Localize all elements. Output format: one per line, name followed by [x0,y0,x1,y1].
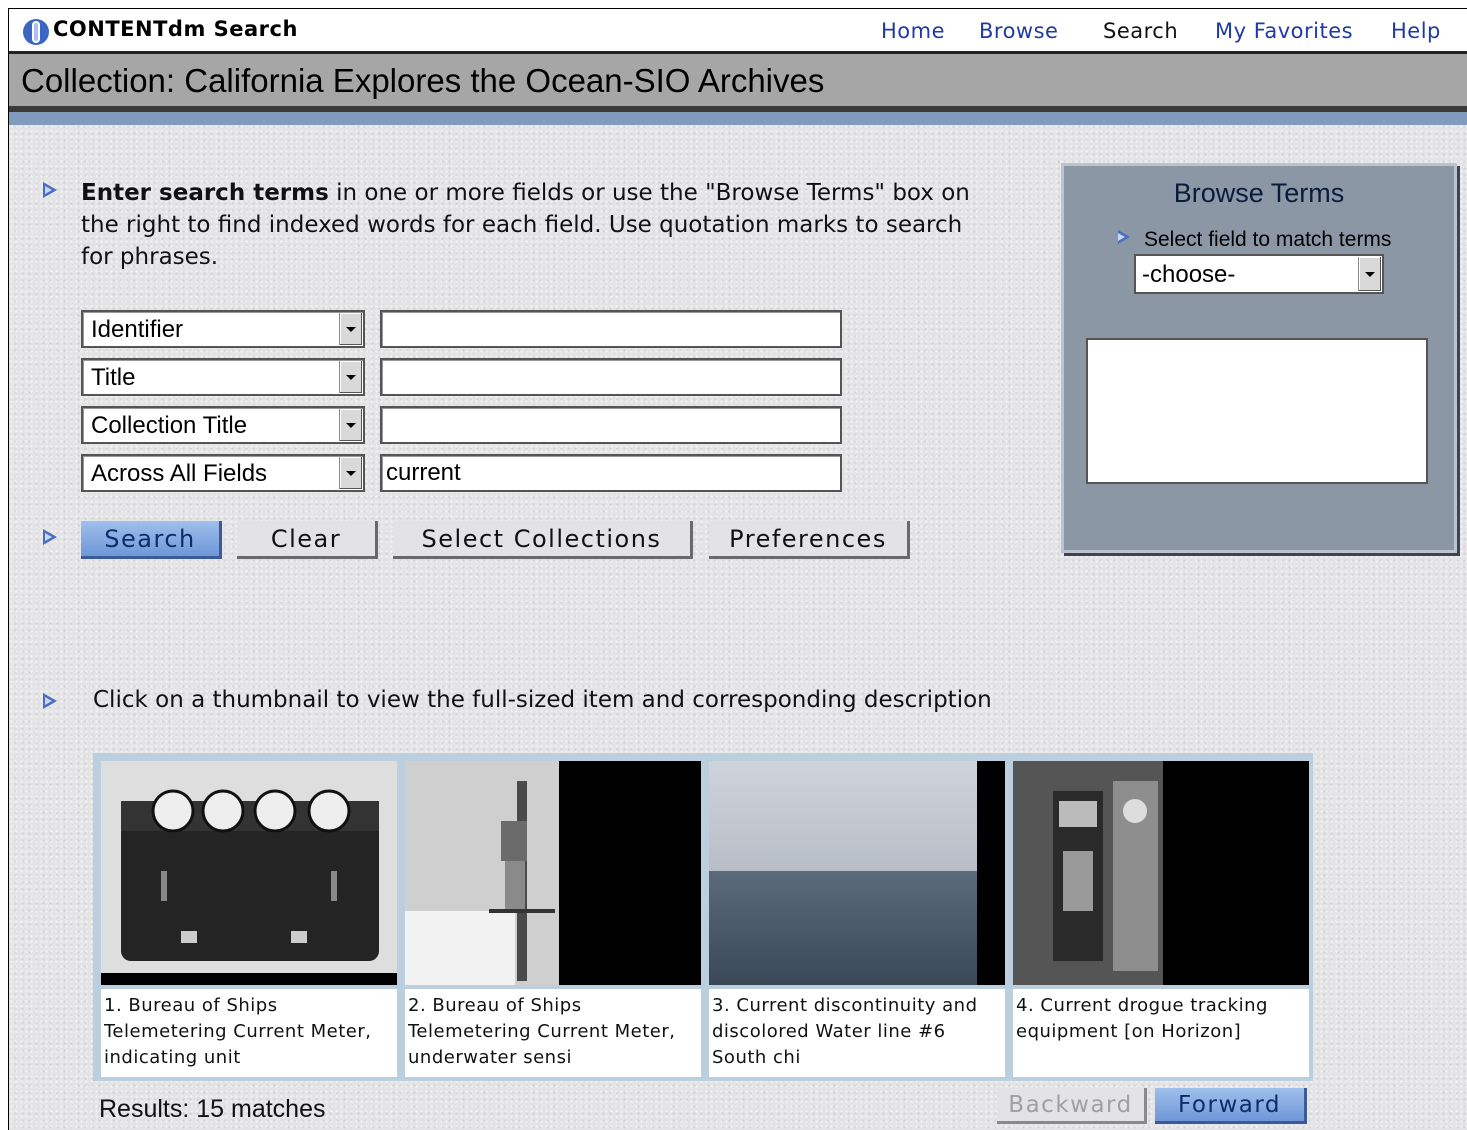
result-caption[interactable]: 2. Bureau of Ships Telemetering Current … [405,989,701,1077]
page: CONTENTdm Search Home Browse Search My F… [8,8,1467,1130]
nav-my-favorites[interactable]: My Favorites [1215,19,1353,43]
arrow-bullet-icon [43,529,57,545]
nav-help[interactable]: Help [1391,19,1441,43]
arrow-bullet-icon [1118,230,1130,244]
select-collections-button[interactable]: Select Collections [393,521,693,559]
chevron-down-icon[interactable] [339,361,362,393]
accent-band [9,112,1467,125]
field-select-4[interactable]: Across All Fields [81,454,365,492]
nav-home[interactable]: Home [881,19,945,43]
equipment-photo-icon [1013,761,1163,985]
browse-field-select[interactable]: -choose- [1134,254,1384,294]
arrow-bullet-icon [43,693,57,709]
results-count: Results: 15 matches [99,1095,326,1123]
browse-terms-panel: Browse Terms Select field to match terms… [1061,163,1457,553]
result-thumbnail[interactable] [101,761,397,985]
contentdm-logo-icon [23,19,49,45]
forward-button[interactable]: Forward [1155,1088,1307,1124]
field-select-2[interactable]: Title [81,358,365,396]
chevron-down-icon[interactable] [339,457,362,489]
app-title: CONTENTdm Search [53,17,298,41]
chevron-down-icon[interactable] [339,313,362,345]
results-grid: 1. Bureau of Ships Telemetering Current … [93,753,1313,1081]
instructions-bold: Enter search terms [81,180,329,206]
search-input-4[interactable]: current [380,454,842,492]
browse-terms-list[interactable] [1086,338,1428,484]
result-item: 1. Bureau of Ships Telemetering Current … [101,761,397,1077]
preferences-button[interactable]: Preferences [709,521,910,559]
collection-title: Collection: California Explores the Ocea… [21,62,825,99]
field-select-value: Across All Fields [91,460,268,487]
search-input-3[interactable] [380,406,842,444]
result-item: 4. Current drogue tracking equipment [on… [1013,761,1309,1077]
browse-field-select-value: -choose- [1142,261,1236,288]
collection-title-bar: Collection: California Explores the Ocea… [9,54,1467,106]
arrow-bullet-icon [43,182,57,198]
field-select-1[interactable]: Identifier [81,310,365,348]
chevron-down-icon[interactable] [339,409,362,441]
clear-button[interactable]: Clear [237,521,378,559]
ocean-photo-icon [709,761,977,985]
result-item: 3. Current discontinuity and discolored … [709,761,1005,1077]
result-thumbnail[interactable] [1013,761,1309,985]
nav-browse[interactable]: Browse [979,19,1058,43]
meter-photo-icon [101,761,397,973]
search-input-2[interactable] [380,358,842,396]
nav-search[interactable]: Search [1103,19,1178,43]
chevron-down-icon[interactable] [1358,257,1381,291]
top-bar: CONTENTdm Search Home Browse Search My F… [9,9,1467,51]
result-thumbnail[interactable] [405,761,701,985]
field-select-value: Collection Title [91,412,248,439]
search-input-1[interactable] [380,310,842,348]
browse-terms-title: Browse Terms [1173,178,1345,208]
field-select-value: Title [91,364,136,391]
result-caption[interactable]: 4. Current drogue tracking equipment [on… [1013,989,1309,1077]
sensor-photo-icon [405,761,559,985]
browse-terms-subtitle: Select field to match terms [1144,228,1392,251]
field-select-value: Identifier [91,316,184,343]
backward-button[interactable]: Backward [997,1088,1147,1124]
result-caption[interactable]: 1. Bureau of Ships Telemetering Current … [101,989,397,1077]
search-button[interactable]: Search [81,521,222,559]
result-thumbnail[interactable] [709,761,1005,985]
thumbnail-instructions: Click on a thumbnail to view the full-si… [93,687,992,713]
field-select-3[interactable]: Collection Title [81,406,365,444]
result-caption[interactable]: 3. Current discontinuity and discolored … [709,989,1005,1077]
search-instructions: Enter search terms in one or more fields… [81,177,981,273]
result-item: 2. Bureau of Ships Telemetering Current … [405,761,701,1077]
